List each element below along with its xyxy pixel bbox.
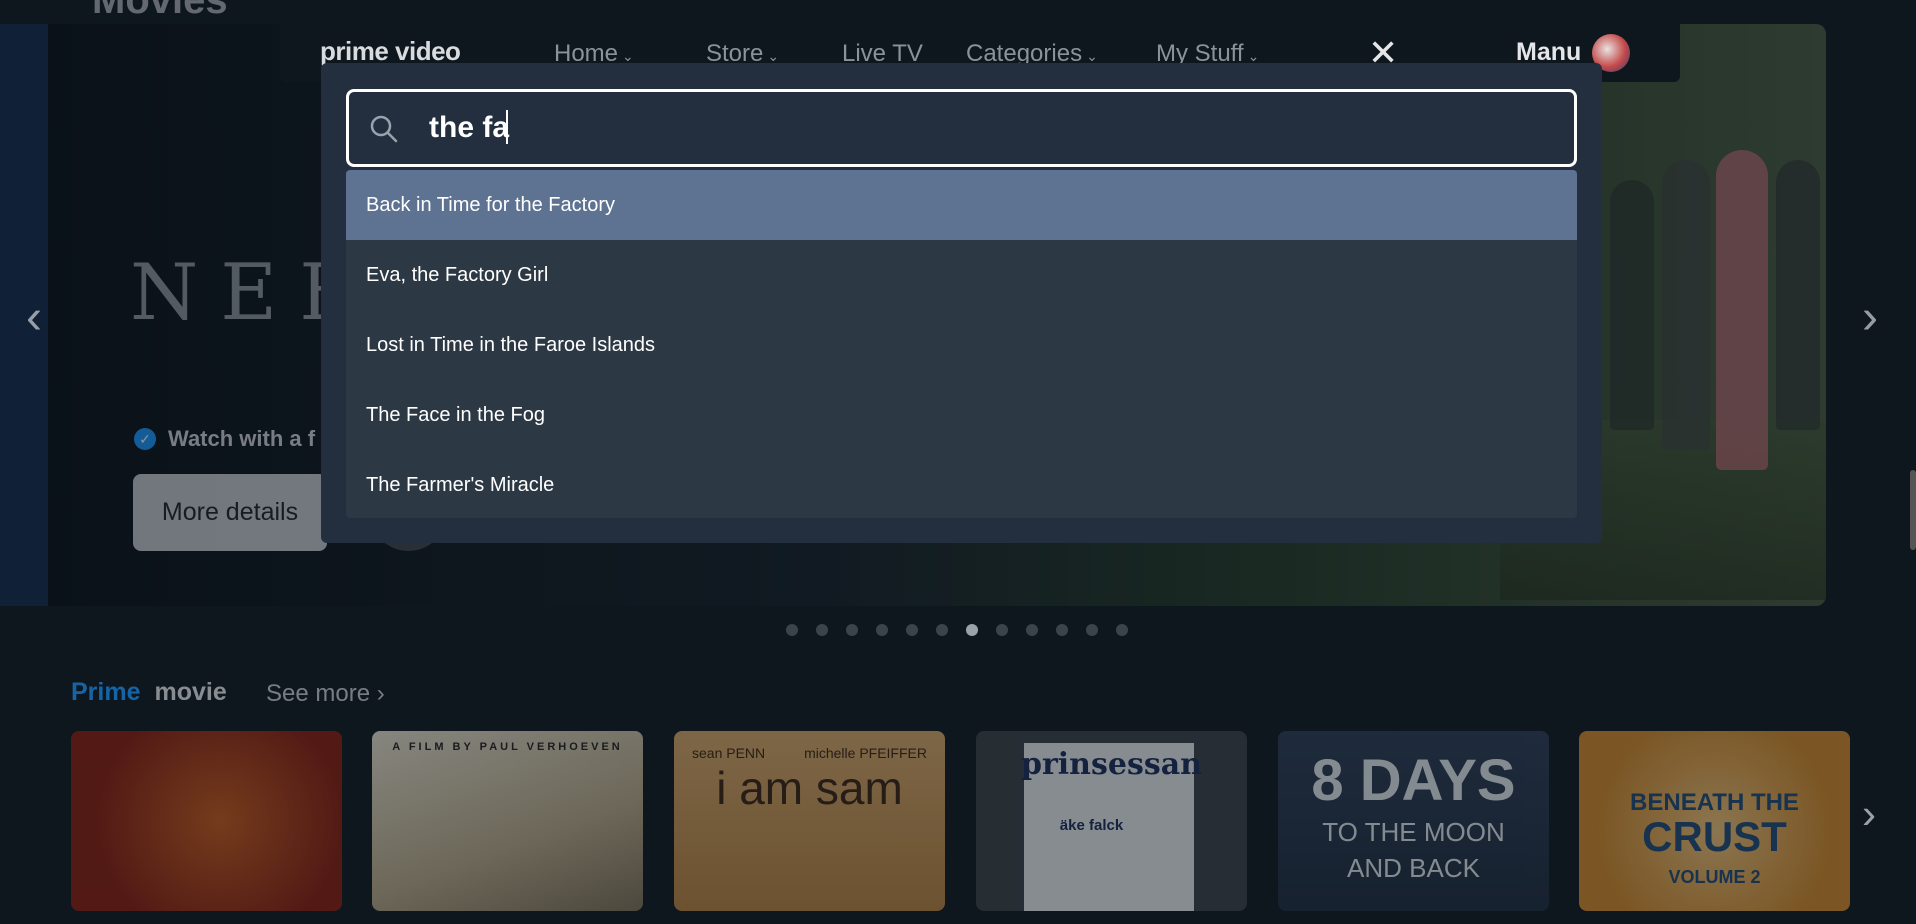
carousel-dot[interactable] [996, 624, 1008, 636]
tile-8-days-title: 8 DAYS [1311, 748, 1516, 813]
carousel-dot[interactable] [816, 624, 828, 636]
tile-prinsessan[interactable]: prinsessan äke falck [976, 731, 1247, 911]
carousel-dot[interactable] [906, 624, 918, 636]
chevron-down-icon: ⌄ [1086, 48, 1098, 64]
tile-verhoeven[interactable]: A FILM BY PAUL VERHOEVEN [372, 731, 643, 911]
tile-prinsessan-credit: äke falck [1059, 817, 1124, 834]
carousel-dot[interactable] [1026, 624, 1038, 636]
chevron-down-icon: ⌄ [1247, 48, 1260, 64]
tile-i-am-sam[interactable]: sean PENN michelle PFEIFFER i am sam [674, 731, 945, 911]
hero-next-arrow-icon[interactable]: › [1862, 290, 1878, 345]
chevron-down-icon: ⌄ [622, 48, 634, 64]
tile-verhoeven-credit: A FILM BY PAUL VERHOEVEN [392, 741, 623, 753]
suggestion-label: The Farmer's Miracle [366, 473, 555, 496]
search-suggestions: Back in Time for the Factory Eva, the Fa… [346, 170, 1577, 518]
app-window: Movies NEEY ✓ Watch with a f More detail… [0, 0, 1916, 924]
tile-8-days-line3: AND BACK [1347, 853, 1480, 883]
carousel-dot[interactable] [1086, 624, 1098, 636]
search-icon [370, 115, 398, 143]
suggestion-item[interactable]: The Farmer's Miracle [346, 450, 1577, 518]
check-icon: ✓ [134, 428, 156, 450]
watch-with-label: Watch with a f [168, 426, 316, 451]
see-more-link[interactable]: See more › [266, 680, 385, 708]
see-more-label: See more [266, 680, 371, 707]
suggestion-item[interactable]: Eva, the Factory Girl [346, 240, 1577, 310]
row-prime-label: Prime [71, 678, 141, 706]
hero-art-people [1590, 120, 1826, 590]
carousel-dot[interactable] [1116, 624, 1128, 636]
tile-beneath-the-crust[interactable]: BENEATH THE CRUST VOLUME 2 [1579, 731, 1850, 911]
more-details-button[interactable]: More details [133, 474, 327, 551]
carousel-dots [786, 624, 1128, 636]
row-movie-label: movie [154, 678, 227, 706]
suggestion-item[interactable]: Back in Time for the Factory [346, 170, 1577, 240]
tile-crust-line2: CRUST [1642, 813, 1787, 860]
carousel-dot[interactable] [936, 624, 948, 636]
tile-prinsessan-title: prinsessan [1021, 747, 1202, 782]
row-header: Prime movie [71, 678, 227, 707]
page-scrollbar[interactable] [1910, 470, 1916, 550]
carousel-dot[interactable] [876, 624, 888, 636]
suggestion-item[interactable]: Lost in Time in the Faroe Islands [346, 310, 1577, 380]
suggestion-label: Eva, the Factory Girl [366, 263, 549, 286]
text-cursor [506, 110, 508, 144]
chevron-down-icon: ⌄ [767, 48, 780, 64]
carousel-dot[interactable] [846, 624, 858, 636]
suggestion-label: Back in Time for the Factory [366, 193, 615, 216]
chevron-right-icon: › [376, 680, 385, 707]
suggestion-label: Lost in Time in the Faroe Islands [366, 333, 656, 356]
tile-i-am-sam-actor1: sean PENN [692, 745, 766, 761]
tile-8-days[interactable]: 8 DAYS TO THE MOON AND BACK [1278, 731, 1549, 911]
watch-with-row: ✓ Watch with a f [134, 426, 315, 452]
tile-8-days-line2: TO THE MOON [1322, 817, 1505, 847]
page-title: Movies [92, 0, 228, 22]
row-next-arrow-icon[interactable]: › [1862, 790, 1876, 838]
tile-i-am-sam-title: i am sam [716, 762, 903, 814]
carousel-dot[interactable] [1056, 624, 1068, 636]
search-input[interactable] [429, 102, 1549, 154]
carousel-dot[interactable] [966, 624, 978, 636]
tile-crust-line3: VOLUME 2 [1668, 867, 1761, 887]
tile-i-am-sam-actor2: michelle PFEIFFER [804, 745, 927, 761]
hero-prev-arrow-icon[interactable]: ‹ [26, 290, 42, 345]
tile-red-art[interactable] [71, 731, 342, 911]
suggestion-label: The Face in the Fog [366, 403, 545, 426]
suggestion-item[interactable]: The Face in the Fog [346, 380, 1577, 450]
carousel-dot[interactable] [786, 624, 798, 636]
search-box[interactable] [346, 89, 1577, 167]
